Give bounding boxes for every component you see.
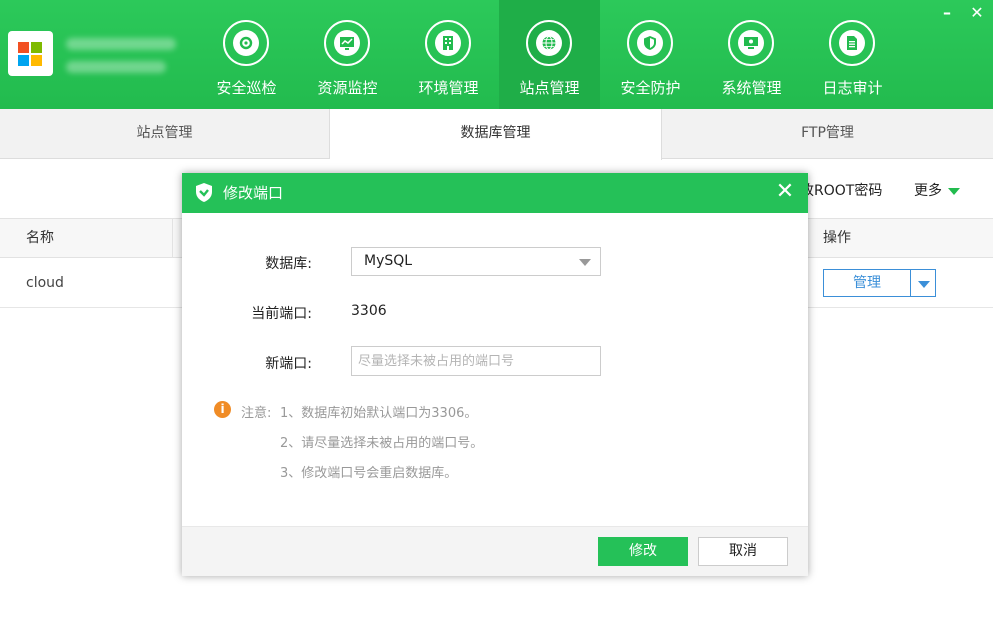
column-header-name[interactable]: 名称 [26,219,54,257]
column-divider [172,219,173,257]
column-header-operation: 操作 [823,230,851,246]
manage-split-button: 管理 [823,269,936,297]
nav-item-security[interactable]: 安全防护 [600,0,701,109]
current-port-value: 3306 [351,303,387,319]
database-select[interactable]: MySQL [351,247,601,276]
new-port-label: 新端口: [265,356,312,372]
cancel-button[interactable]: 取消 [698,537,788,566]
nav-item-environment[interactable]: 环境管理 [398,0,499,109]
more-label: 更多 [914,183,942,199]
more-dropdown[interactable]: 更多 [914,180,960,200]
notice-item: 2、请尽量选择未被占用的端口号。 [280,436,484,451]
nav-item-inspection[interactable]: 安全巡检 [196,0,297,109]
minimize-button[interactable]: – [936,4,958,24]
nav-label: 安全防护 [620,79,681,97]
dialog-title: 修改端口 [223,184,284,202]
shield-logo-icon [196,183,212,202]
manage-button[interactable]: 管理 [823,269,911,297]
building-icon [425,20,471,66]
nav-label: 站点管理 [519,79,580,97]
windows-logo-icon [8,31,53,76]
inspection-icon [223,20,269,66]
confirm-button[interactable]: 修改 [598,537,688,566]
nav-label: 安全巡检 [216,79,277,97]
monitor-chart-icon [324,20,370,66]
info-icon: i [214,401,231,418]
globe-icon [526,20,572,66]
desktop-icon [728,20,774,66]
dialog-title-bar: 修改端口 ✕ [182,173,808,213]
document-icon [829,20,875,66]
notice-item: 1、数据库初始默认端口为3306。 [280,406,478,421]
tab-database-management[interactable]: 数据库管理 [330,109,662,160]
tab-site-management[interactable]: 站点管理 [0,109,330,159]
main-nav: 安全巡检 资源监控 环境管理 站点管理 安全防护 系统管理 日志审计 [196,0,903,109]
notice-item: 3、修改端口号会重启数据库。 [280,466,458,481]
nav-item-system[interactable]: 系统管理 [701,0,802,109]
nav-label: 资源监控 [317,79,378,97]
change-root-password-link[interactable]: 改ROOT密码 [800,180,882,200]
database-label: 数据库: [265,256,312,272]
nav-item-site-management[interactable]: 站点管理 [499,0,600,109]
chevron-down-icon [948,187,960,195]
app-header: 安全巡检 资源监控 环境管理 站点管理 安全防护 系统管理 日志审计 – ✕ [0,0,993,109]
sub-tabs: 站点管理 数据库管理 FTP管理 [0,109,993,160]
new-port-input[interactable] [351,346,601,376]
shield-icon [627,20,673,66]
current-port-label: 当前端口: [251,306,312,322]
change-port-dialog: 修改端口 ✕ 数据库: MySQL 当前端口: 3306 新端口: i 注意: … [182,173,808,576]
nav-label: 系统管理 [721,79,782,97]
nav-label: 环境管理 [418,79,479,97]
dialog-footer: 修改 取消 [182,526,808,576]
manage-dropdown-chevron-icon[interactable] [911,269,936,297]
nav-item-log-audit[interactable]: 日志审计 [802,0,903,109]
nav-label: 日志审计 [822,79,883,97]
database-select-value: MySQL [364,253,413,269]
server-name-blurred [66,61,166,73]
window-close-button[interactable]: ✕ [966,4,988,24]
nav-item-resource-monitor[interactable]: 资源监控 [297,0,398,109]
chevron-down-icon [579,259,591,266]
server-address-blurred [66,38,176,50]
tab-ftp-management[interactable]: FTP管理 [662,109,993,159]
database-name-cell: cloud [26,275,64,291]
notice-label: 注意: [241,406,272,421]
dialog-close-button[interactable]: ✕ [774,181,796,203]
